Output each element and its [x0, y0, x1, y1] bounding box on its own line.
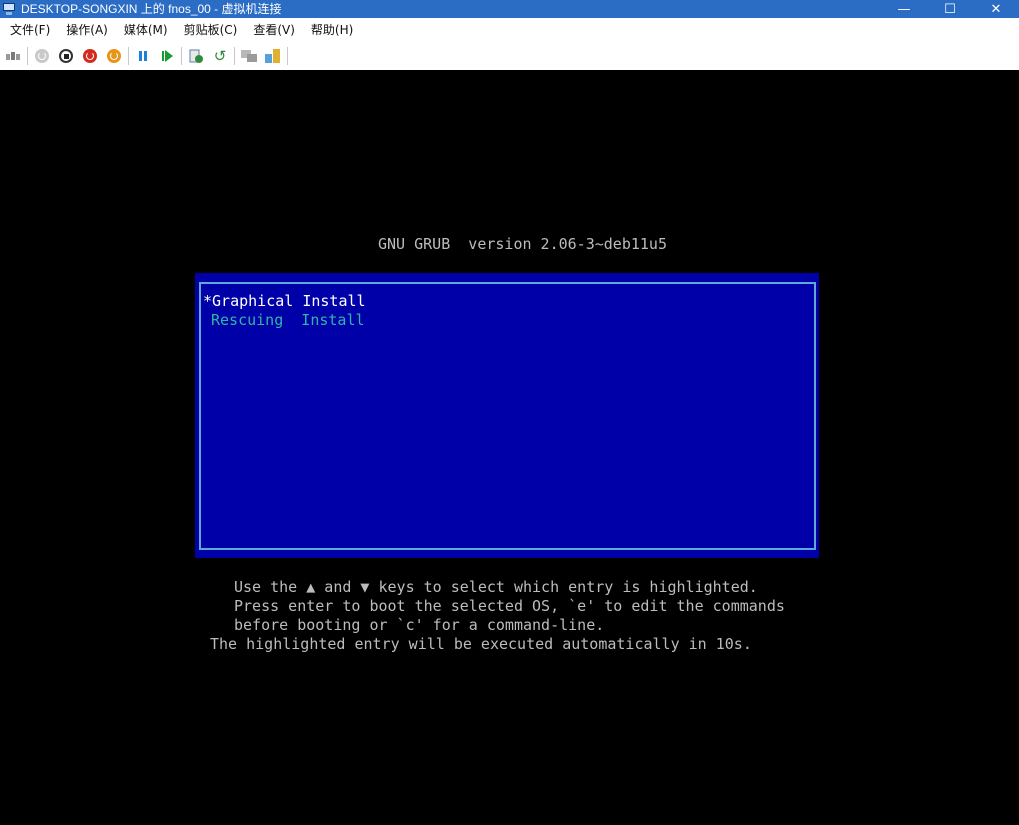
zoom-icon[interactable]: [261, 45, 285, 67]
menu-action[interactable]: 操作(A): [60, 18, 114, 42]
countdown-line: The highlighted entry will be executed a…: [210, 635, 752, 653]
enhanced-session-icon[interactable]: [237, 45, 261, 67]
resume-icon[interactable]: [155, 45, 179, 67]
menu-bar: 文件(F) 操作(A) 媒体(M) 剪贴板(C) 查看(V) 帮助(H): [0, 18, 1019, 42]
menu-file[interactable]: 文件(F): [4, 18, 56, 42]
start-icon[interactable]: [30, 45, 54, 67]
window-controls: — ☐ ✕: [881, 0, 1019, 18]
window-title: DESKTOP-SONGXIN 上的 fnos_00 - 虚拟机连接: [21, 2, 282, 16]
vm-connection-icon: [2, 2, 16, 16]
grub-version-title: GNU GRUB version 2.06-3~deb11u5: [378, 235, 667, 253]
toolbar-separator: [27, 47, 28, 65]
maximize-button[interactable]: ☐: [927, 0, 973, 18]
ctrl-alt-del-icon[interactable]: [1, 45, 25, 67]
title-bar: DESKTOP-SONGXIN 上的 fnos_00 - 虚拟机连接 — ☐ ✕: [0, 0, 1019, 18]
menu-help[interactable]: 帮助(H): [305, 18, 359, 42]
toolbar-separator: [234, 47, 235, 65]
help-line: Press enter to boot the selected OS, `e'…: [234, 597, 785, 615]
menu-media[interactable]: 媒体(M): [118, 18, 174, 42]
vm-console[interactable]: GNU GRUB version 2.06-3~deb11u5 *Graphic…: [0, 70, 1019, 825]
minimize-button[interactable]: —: [881, 0, 927, 18]
toolbar-separator: [287, 47, 288, 65]
checkpoint-icon[interactable]: [184, 45, 208, 67]
pause-icon[interactable]: [131, 45, 155, 67]
toolbar-separator: [128, 47, 129, 65]
boot-entry-graphical-install[interactable]: *Graphical Install: [203, 292, 366, 310]
menu-clipboard[interactable]: 剪贴板(C): [178, 18, 244, 42]
revert-icon[interactable]: ↺: [208, 45, 232, 67]
save-icon[interactable]: [102, 45, 126, 67]
menu-view[interactable]: 查看(V): [247, 18, 301, 42]
shut-down-icon[interactable]: [78, 45, 102, 67]
toolbar: ↺: [0, 42, 1019, 70]
turn-off-icon[interactable]: [54, 45, 78, 67]
toolbar-separator: [181, 47, 182, 65]
boot-entry-rescuing-install[interactable]: Rescuing Install: [211, 311, 365, 329]
help-line: before booting or `c' for a command-line…: [234, 616, 605, 634]
help-line: Use the ▲ and ▼ keys to select which ent…: [234, 578, 758, 596]
close-button[interactable]: ✕: [973, 0, 1019, 18]
